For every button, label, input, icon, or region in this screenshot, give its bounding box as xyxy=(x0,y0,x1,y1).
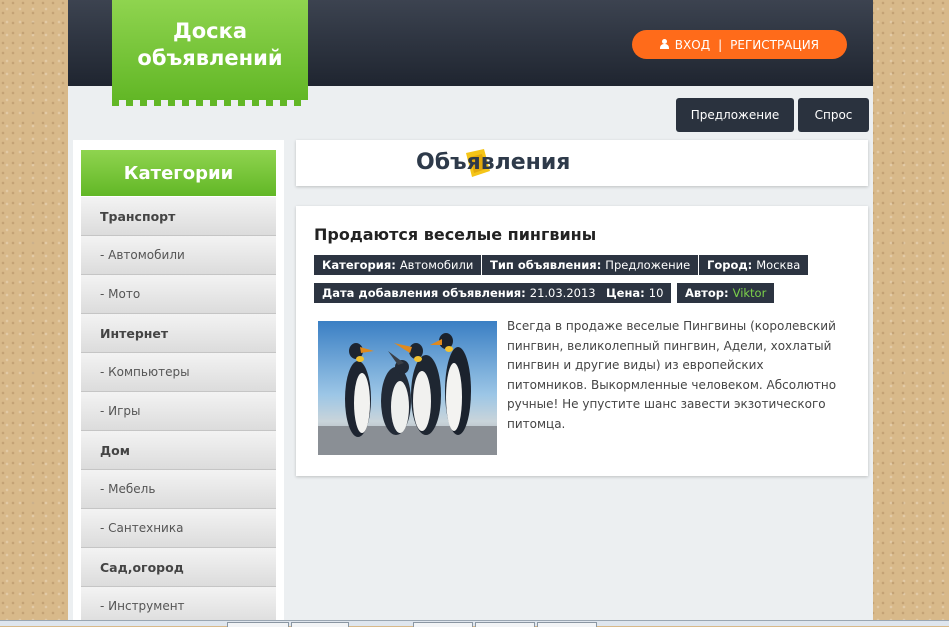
category-item-computers[interactable]: - Компьютеры xyxy=(81,353,276,392)
ad-card: Продаются веселые пингвины Категория: Ав… xyxy=(296,206,868,476)
site-logo[interactable]: Доска объявлений xyxy=(112,0,308,106)
category-item-cars[interactable]: - Автомобили xyxy=(81,236,276,275)
author-label: Автор: xyxy=(685,286,729,300)
category-item-transport[interactable]: Транспорт xyxy=(81,197,276,236)
sidebar: Категории Транспорт - Автомобили - Мото … xyxy=(73,140,284,626)
category-item-plumbing[interactable]: - Сантехника xyxy=(81,509,276,548)
section-title: Объявления xyxy=(416,150,571,175)
type-value: Предложение xyxy=(605,258,691,272)
category-list: Транспорт - Автомобили - Мото Интернет -… xyxy=(81,197,276,626)
ad-title[interactable]: Продаются веселые пингвины xyxy=(314,225,596,244)
category-item-garden[interactable]: Сад,огород xyxy=(81,548,276,587)
taskbar xyxy=(0,620,949,627)
category-label: Категория: xyxy=(322,258,396,272)
ad-city-tag: Город: Москва xyxy=(699,255,809,275)
section-header: Объявления xyxy=(296,140,868,186)
ad-description: Всегда в продаже веселые Пингвины (корол… xyxy=(507,319,837,431)
login-link[interactable]: ВХОД xyxy=(659,37,711,52)
logo-line2: объявлений xyxy=(137,46,283,70)
price-label: Цена: xyxy=(606,286,645,300)
category-item-moto[interactable]: - Мото xyxy=(81,275,276,314)
type-label: Тип объявления: xyxy=(490,258,602,272)
city-value: Москва xyxy=(756,258,801,272)
login-label: ВХОД xyxy=(674,37,711,52)
register-link[interactable]: РЕГИСТРАЦИЯ xyxy=(730,38,819,52)
category-item-home[interactable]: Дом xyxy=(81,431,276,470)
date-label: Дата добавления объявления: xyxy=(322,286,526,300)
logo-zigzag-decoration xyxy=(112,98,308,106)
category-item-furniture[interactable]: - Мебель xyxy=(81,470,276,509)
offer-button[interactable]: Предложение xyxy=(676,98,794,132)
ad-category-tag: Категория: Автомобили xyxy=(314,255,482,275)
city-label: Город: xyxy=(707,258,753,272)
penguins-image[interactable] xyxy=(318,321,497,455)
category-item-games[interactable]: - Игры xyxy=(81,392,276,431)
ad-price-tag: Цена: 10 xyxy=(598,283,672,303)
category-item-internet[interactable]: Интернет xyxy=(81,314,276,353)
category-value: Автомобили xyxy=(399,258,474,272)
ad-author-tag: Автор: Viktor xyxy=(677,283,775,303)
ad-type-tag: Тип объявления: Предложение xyxy=(482,255,699,275)
categories-title: Категории xyxy=(81,150,276,196)
ad-date-tag: Дата добавления объявления: 21.03.2013 xyxy=(314,283,604,303)
page-container: Доска объявлений ВХОД | РЕГИСТРАЦИЯ Пред… xyxy=(68,0,873,626)
price-value: 10 xyxy=(648,286,664,300)
logo-line1: Доска xyxy=(172,19,247,43)
demand-button[interactable]: Спрос xyxy=(798,98,869,132)
auth-pill: ВХОД | РЕГИСТРАЦИЯ xyxy=(632,30,847,59)
user-icon xyxy=(659,38,669,49)
date-value: 21.03.2013 xyxy=(529,286,596,300)
author-link[interactable]: Viktor xyxy=(733,286,767,300)
auth-separator: | xyxy=(718,37,723,52)
